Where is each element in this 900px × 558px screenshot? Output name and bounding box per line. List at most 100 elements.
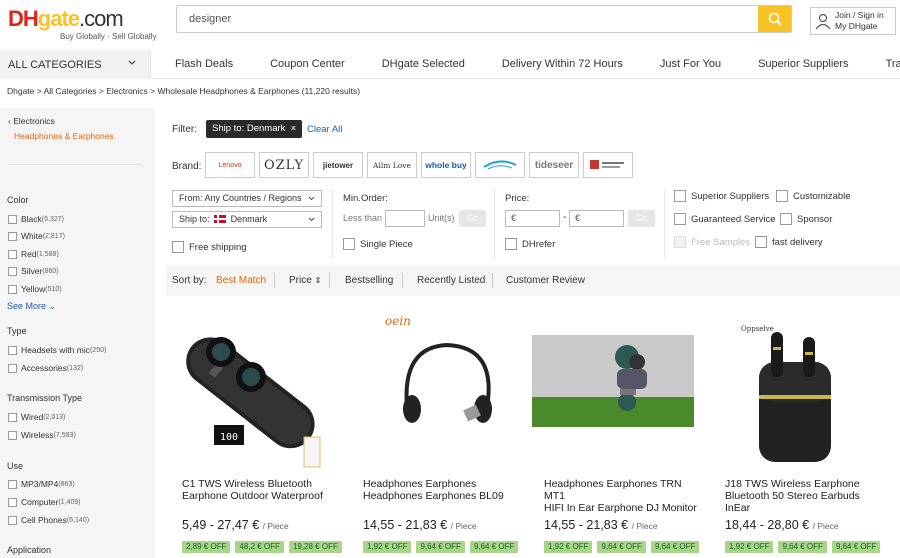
- brand-jietower[interactable]: jietower: [313, 152, 363, 178]
- product-card[interactable]: Oppselve J18 TWS Wireless Earphone Blueto…: [709, 304, 881, 558]
- product-image[interactable]: oein: [347, 304, 517, 474]
- account-button[interactable]: Join / Sign in My DHgate: [810, 7, 896, 35]
- coupon-badge[interactable]: 9,64 € OFF: [831, 541, 881, 553]
- min-order-input[interactable]: [385, 210, 425, 227]
- checkbox[interactable]: [8, 214, 17, 224]
- coupon-badge[interactable]: 2,89 € OFF: [182, 541, 231, 553]
- checkbox[interactable]: [8, 363, 17, 373]
- checkbox[interactable]: [8, 497, 17, 507]
- checkbox[interactable]: [8, 345, 17, 355]
- coupon-badge[interactable]: 9,64 € OFF: [778, 541, 827, 553]
- sign-in-link[interactable]: Join / Sign in: [835, 10, 884, 21]
- product-title[interactable]: Headphones Earphones TRN MT1 HIFI In Ear …: [544, 478, 704, 514]
- dhgate-logo[interactable]: DHgate.com Buy Globally · Sell Globally: [8, 6, 158, 46]
- sponsor-checkbox[interactable]: Sponsor: [780, 213, 832, 225]
- sort-bestselling[interactable]: Bestselling: [345, 265, 393, 296]
- facet-use-mp3[interactable]: MP3/MP4 (863): [8, 479, 75, 489]
- facet-transmission-wired[interactable]: Wired (2,013): [8, 412, 65, 422]
- sort-best-match[interactable]: Best Match: [216, 265, 266, 296]
- facet-type-headsets[interactable]: Headsets with mic (250): [8, 345, 106, 355]
- price-go-button[interactable]: Go: [628, 210, 655, 227]
- coupon-badge[interactable]: 1,92 € OFF: [363, 541, 412, 553]
- coupon-badge[interactable]: 9,64 € OFF: [597, 541, 646, 553]
- parent-category-link[interactable]: ‹ Electronics: [8, 116, 114, 126]
- guaranteed-service-checkbox[interactable]: Guaranteed Service: [674, 213, 776, 225]
- price-dash: -: [563, 212, 567, 223]
- brand-ozly[interactable]: OZLY: [259, 152, 309, 178]
- nav-superior-suppliers[interactable]: Superior Suppliers: [734, 50, 862, 79]
- nav-just-for-you[interactable]: Just For You: [636, 50, 734, 79]
- fast-delivery-checkbox[interactable]: fast delivery: [755, 236, 823, 248]
- brand-allm-love[interactable]: Allm Love: [367, 152, 417, 178]
- nav-delivery-72h[interactable]: Delivery Within 72 Hours: [478, 50, 636, 79]
- sort-recently-listed[interactable]: Recently Listed: [417, 265, 485, 296]
- price-max-input[interactable]: €: [569, 210, 624, 227]
- search-button[interactable]: [758, 6, 791, 32]
- nav-coupon-center[interactable]: Coupon Center: [246, 50, 358, 79]
- superior-suppliers-checkbox[interactable]: Superior Suppliers: [674, 190, 769, 202]
- current-category[interactable]: Headphones & Earphones: [14, 131, 114, 141]
- product-image[interactable]: 100: [166, 304, 336, 474]
- brand-logo-8[interactable]: [583, 152, 633, 178]
- sort-customer-review[interactable]: Customer Review: [506, 265, 585, 296]
- ship-to-select[interactable]: Ship to: Denmark: [172, 211, 322, 228]
- product-image[interactable]: Oppselve: [709, 304, 879, 474]
- checkbox[interactable]: [8, 266, 17, 276]
- free-samples-checkbox[interactable]: Free Samples: [674, 236, 750, 248]
- customizable-checkbox[interactable]: Customizable: [776, 190, 851, 202]
- filter-chip-ship-to[interactable]: Ship to: Denmark ×: [206, 120, 303, 138]
- coupon-badge[interactable]: 1,92 € OFF: [544, 541, 593, 553]
- checkbox[interactable]: [8, 515, 17, 525]
- breadcrumb[interactable]: Dhgate > All Categories > Electronics > …: [7, 86, 360, 96]
- product-card[interactable]: Headphones Earphones TRN MT1 HIFI In Ear …: [528, 304, 700, 558]
- facet-use-computer[interactable]: Computer (1,409): [8, 497, 81, 507]
- coupon-badge[interactable]: 9,64 € OFF: [650, 541, 700, 553]
- all-categories-button[interactable]: ALL CATEGORIES: [0, 50, 151, 79]
- brand-whole-buy[interactable]: whole buy: [421, 152, 471, 178]
- search-input[interactable]: designer: [177, 6, 758, 32]
- product-title[interactable]: J18 TWS Wireless Earphone Bluetooth 50 St…: [725, 478, 885, 514]
- checkbox[interactable]: [8, 430, 17, 440]
- my-dhgate-link[interactable]: My DHgate: [835, 21, 884, 32]
- coupon-badge[interactable]: 19,28 € OFF: [288, 541, 342, 553]
- product-title[interactable]: Headphones Earphones Headphones Earphones…: [363, 478, 523, 502]
- facet-color-red[interactable]: Red (1,588): [8, 249, 59, 259]
- product-card[interactable]: oein Headphones Earphones Headphones Earp…: [347, 304, 519, 558]
- single-piece-checkbox[interactable]: Single Piece: [343, 238, 413, 250]
- facet-color-white[interactable]: White (2,817): [8, 231, 65, 241]
- coupon-badge[interactable]: 9,64 € OFF: [416, 541, 465, 553]
- checkbox[interactable]: [8, 231, 17, 241]
- product-title[interactable]: C1 TWS Wireless Bluetooth Earphone Outdoo…: [182, 478, 342, 502]
- min-order-go-button[interactable]: Go: [459, 210, 486, 227]
- facet-color-yellow[interactable]: Yellow (510): [8, 284, 62, 294]
- facet-transmission-wireless[interactable]: Wireless (7,593): [8, 430, 76, 440]
- facet-color-black[interactable]: Black (6,327): [8, 214, 64, 224]
- free-shipping-checkbox[interactable]: Free shipping: [172, 241, 247, 253]
- product-image[interactable]: [528, 304, 698, 474]
- product-card[interactable]: 100 C1 TWS Wireless Bluetooth Earphone Ou…: [166, 304, 342, 558]
- see-more-link[interactable]: See More ⌄: [7, 301, 56, 312]
- clear-all-link[interactable]: Clear All: [307, 124, 342, 135]
- brand-tideseer[interactable]: tideseer: [529, 152, 579, 178]
- brand-logo-6[interactable]: [475, 152, 525, 178]
- facet-use-cell-phones[interactable]: Cell Phones (6,140): [8, 515, 89, 525]
- coupon-list: 1,92 € OFF 9,64 € OFF 9,64 € OFF: [544, 541, 704, 553]
- nav-dhgate-selected[interactable]: DHgate Selected: [358, 50, 478, 79]
- coupon-badge[interactable]: 9,64 € OFF: [469, 541, 519, 553]
- checkbox[interactable]: [8, 479, 17, 489]
- nav-flash-deals[interactable]: Flash Deals: [151, 50, 246, 79]
- dhrefer-checkbox[interactable]: DHrefer: [505, 238, 555, 250]
- facet-type-accessories[interactable]: Accessories (132): [8, 363, 83, 373]
- close-icon[interactable]: ×: [288, 123, 297, 134]
- facet-color-silver[interactable]: Silver (860): [8, 266, 59, 276]
- checkbox[interactable]: [8, 284, 17, 294]
- coupon-badge[interactable]: 1,92 € OFF: [725, 541, 774, 553]
- nav-trade-show[interactable]: Trade Show: [862, 50, 900, 79]
- coupon-badge[interactable]: 48,2 € OFF: [235, 541, 284, 553]
- sort-price[interactable]: Price ⇕: [289, 265, 321, 296]
- price-min-input[interactable]: €: [505, 210, 560, 227]
- checkbox[interactable]: [8, 249, 17, 259]
- brand-lenovo[interactable]: Lenovo: [205, 152, 255, 178]
- from-region-select[interactable]: From: Any Countries / Regions: [172, 190, 322, 207]
- checkbox[interactable]: [8, 412, 17, 422]
